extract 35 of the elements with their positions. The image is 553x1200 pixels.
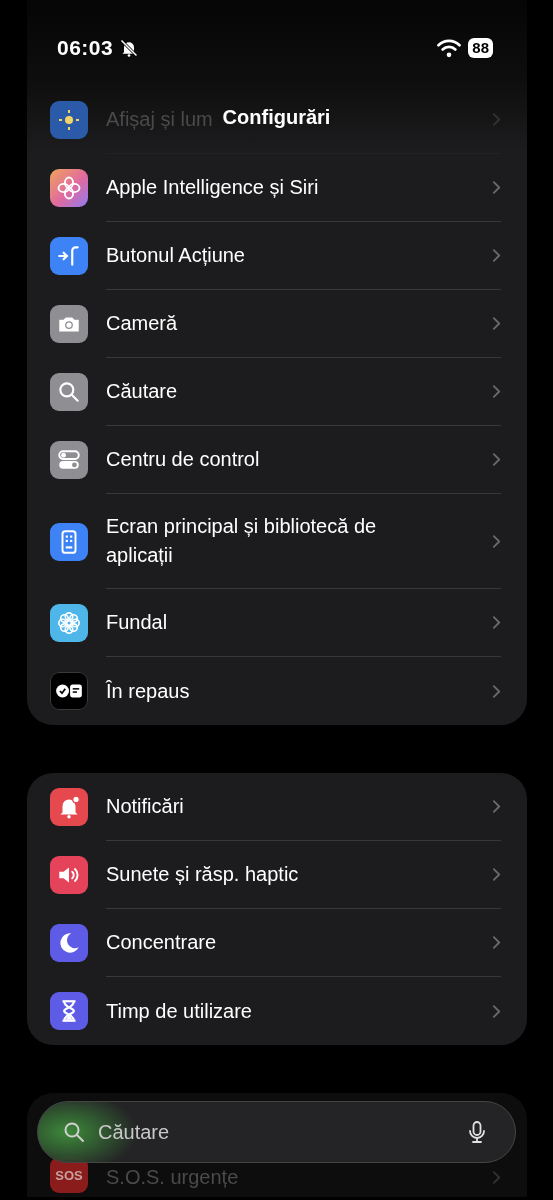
chevron-icon: [492, 799, 501, 814]
chevron-icon: [492, 452, 501, 467]
settings-item[interactable]: Căutare: [106, 377, 178, 406]
bell-slash-icon: [119, 38, 140, 58]
chevron-icon: [492, 316, 501, 331]
settings-item[interactable]: Ecran principal și bibliotecă de aplicații: [106, 512, 388, 570]
chevron-icon: [492, 1003, 501, 1019]
wifi-icon: [436, 38, 463, 58]
settings-item[interactable]: Fundal: [106, 608, 168, 637]
sparkle-icon: [50, 169, 88, 207]
battery-icon: 88: [468, 38, 493, 58]
settings-item[interactable]: În repaus: [106, 676, 190, 706]
settings-item[interactable]: Sunete și răsp. haptic: [106, 860, 299, 889]
settings-item[interactable]: Apple Intelligence și Siri: [106, 173, 319, 202]
settings-item[interactable]: Butonul Acțiune: [106, 241, 245, 270]
chevron-icon: [492, 384, 501, 399]
search-input[interactable]: Căutare: [96, 1119, 455, 1145]
chevron-icon: [492, 112, 501, 127]
settings-item[interactable]: Centru de control: [106, 445, 260, 474]
chevron-icon: [492, 1169, 501, 1185]
chevron-icon: [492, 683, 501, 699]
chevron-icon: [492, 248, 501, 263]
search-icon: [62, 1120, 86, 1144]
settings-item[interactable]: Timp de utilizare: [106, 996, 252, 1026]
settings-item[interactable]: Concentrare: [106, 928, 217, 957]
chevron-icon: [492, 180, 501, 195]
chevron-icon: [492, 867, 501, 882]
page-title: Configurări: [222, 106, 331, 129]
chevron-icon: [492, 533, 501, 549]
settings-item[interactable]: Cameră: [106, 309, 178, 338]
settings-item[interactable]: Notificări: [106, 792, 184, 821]
status-time: 06:03: [57, 36, 114, 60]
chevron-icon: [492, 935, 501, 950]
chevron-icon: [492, 615, 501, 630]
search-field[interactable]: Căutare: [37, 1101, 516, 1163]
